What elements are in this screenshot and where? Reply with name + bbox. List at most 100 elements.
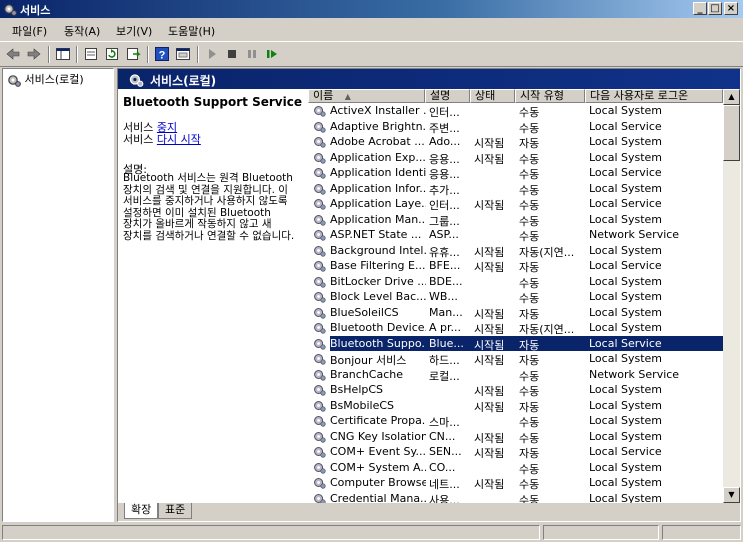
properties-icon[interactable] [83, 46, 99, 62]
forward-icon[interactable] [26, 46, 42, 62]
service-row[interactable]: Bluetooth Suppo... Blue... 시작됨 자동 Local Serv… [308, 335, 723, 352]
console-tree: 서비스(로컬) [2, 68, 114, 522]
panel-title: 서비스(로컬) [150, 74, 217, 88]
service-row[interactable]: Application Exp... 응용... 시작됨 수동 Local System [308, 150, 723, 166]
service-logon: Local System [589, 429, 663, 443]
service-name: ASP.NET State ... [330, 228, 422, 241]
service-row[interactable]: COM+ Event Sy... SEN... 시작됨 자동 Local Service [308, 444, 723, 460]
service-logon: Local Service [589, 259, 662, 272]
scroll-thumb[interactable] [723, 105, 740, 161]
toolbar-separator [147, 46, 149, 63]
service-row[interactable]: COM+ System A... CO... 수동 Local System [308, 460, 723, 476]
status-pane-3 [662, 525, 741, 540]
service-description-cell: WB... [429, 290, 458, 303]
vertical-scrollbar[interactable]: ▲ ▼ [723, 89, 740, 503]
console-tree-icon[interactable] [55, 46, 71, 62]
service-row[interactable]: Background Intel... 유휴... 시작됨 자동(지연... Local… [308, 243, 723, 259]
service-name: Block Level Bac... [330, 290, 426, 303]
service-row[interactable]: Adobe Acrobat ... Ado... 시작됨 자동 Local System [308, 134, 723, 150]
service-logon: Local System [589, 398, 663, 412]
column-name-label: 이름 [313, 89, 334, 102]
column-header-name[interactable]: 이름 ▲ [308, 89, 425, 103]
service-name: Application Infor... [330, 181, 426, 195]
service-gear-icon [314, 152, 326, 164]
refresh-icon[interactable] [104, 46, 120, 62]
restart-service-icon[interactable] [264, 46, 280, 62]
stop-service-icon[interactable] [224, 46, 240, 62]
view-tabs: 확장 표준 [118, 503, 740, 521]
restart-prefix: 서비스 [123, 133, 157, 146]
export-icon[interactable] [125, 46, 141, 62]
restart-service-link[interactable]: 다시 시작 [157, 133, 201, 146]
minimize-button[interactable]: _ [693, 2, 707, 15]
service-row[interactable]: Application Laye... 인터... 시작됨 수동 Local Servi… [308, 196, 723, 212]
service-logon: Local System [589, 460, 663, 474]
service-gear-icon [314, 369, 326, 381]
service-logon: Local System [589, 476, 663, 489]
scroll-up-button[interactable]: ▲ [723, 89, 740, 105]
menu-file[interactable]: 파일(F) [12, 23, 47, 39]
service-description-cell: Man... [429, 305, 463, 319]
maximize-button[interactable]: □ [708, 2, 722, 15]
service-name: Adaptive Brightn... [330, 119, 426, 133]
service-row[interactable]: Block Level Bac... WB... 수동 Local System [308, 289, 723, 305]
service-description-cell: Blue... [429, 336, 464, 350]
service-row[interactable]: BlueSoleilCS Man... 시작됨 자동 Local System [308, 305, 723, 321]
tab-extended[interactable]: 확장 [124, 503, 159, 519]
service-row[interactable]: BitLocker Drive ... BDE... 수동 Local System [308, 274, 723, 290]
service-logon: Local System [589, 212, 663, 226]
tree-node-services-local[interactable]: 서비스(로컬) [7, 71, 84, 87]
service-row[interactable]: BsMobileCS 시작됨 자동 Local System [308, 398, 723, 414]
service-name: BlueSoleilCS [330, 305, 399, 319]
service-logon: Local System [589, 135, 663, 148]
service-row[interactable]: Application Man... 그룹... 수동 Local System [308, 212, 723, 228]
service-gear-icon [314, 353, 326, 365]
panel-header: 서비스(로컬) [118, 69, 740, 89]
service-description: Bluetooth 서비스는 원격 Bluetooth 장치의 검색 및 연결을… [123, 172, 295, 242]
service-row[interactable]: ASP.NET State ... ASP... 수동 Network Service [308, 227, 723, 243]
column-header-logon[interactable]: 다음 사용자로 로그온 [585, 89, 723, 103]
status-pane-main [2, 525, 540, 540]
service-logon: Local System [589, 321, 663, 334]
service-row[interactable]: CNG Key Isolation CN... 시작됨 수동 Local System [308, 429, 723, 445]
column-header-description[interactable]: 설명 [425, 89, 470, 103]
detail-service-name: Bluetooth Support Service [123, 95, 302, 109]
service-name: BitLocker Drive ... [330, 274, 426, 288]
service-gear-icon [314, 446, 326, 458]
service-gear-icon [314, 276, 326, 288]
column-header-startup-type[interactable]: 시작 유형 [515, 89, 585, 103]
service-row[interactable]: Bluetooth Device... A pr... 시작됨 자동(지연... Loc… [308, 320, 723, 336]
back-icon[interactable] [5, 46, 21, 62]
service-row[interactable]: Certificate Propa... 스마... 수동 Local System [308, 413, 723, 429]
service-row[interactable]: Application Identity응용...수동Local Service [308, 165, 723, 181]
service-logon: Local System [589, 352, 663, 365]
toolbar: ? [0, 41, 743, 67]
start-service-icon[interactable] [204, 46, 220, 62]
service-logon: Network Service [589, 228, 680, 241]
scroll-down-button[interactable]: ▼ [723, 487, 740, 503]
menu-help[interactable]: 도움말(H) [168, 23, 215, 39]
service-gear-icon [314, 307, 326, 319]
service-logon: Local System [589, 181, 663, 195]
mmc-icon[interactable] [175, 46, 191, 62]
service-name: Application Laye... [330, 197, 426, 210]
pause-service-icon[interactable] [244, 46, 260, 62]
service-row[interactable]: Computer Browser 네트... 시작됨 수동 Local System [308, 475, 723, 491]
service-gear-icon [314, 400, 326, 412]
service-row[interactable]: Bonjour 서비스 하드... 시작됨 자동 Local System [308, 351, 723, 367]
service-row[interactable]: Adaptive Brightn... 주변... 수동 Local Service [308, 119, 723, 135]
column-header-status[interactable]: 상태 [470, 89, 515, 103]
close-button[interactable]: × [724, 2, 738, 15]
menu-view[interactable]: 보기(V) [116, 23, 152, 39]
menu-action[interactable]: 동작(A) [64, 23, 100, 39]
service-gear-icon [314, 291, 326, 303]
service-row[interactable]: BsHelpCS 시작됨 수동 Local System [308, 382, 723, 398]
service-row[interactable]: Application Infor... 추가... 수동 Local System [308, 181, 723, 197]
sort-ascending-icon: ▲ [344, 92, 351, 101]
service-row[interactable]: ActiveX Installer ... 인터... 수동 Local System [308, 103, 723, 119]
tab-standard[interactable]: 표준 [158, 503, 193, 519]
column-header-row: 이름 ▲ 설명 상태 시작 유형 다음 사용자로 로그온 [308, 89, 723, 103]
help-icon[interactable]: ? [154, 46, 170, 62]
service-row[interactable]: Base Filtering E... BFE... 시작됨 자동 Local Serv… [308, 258, 723, 274]
service-row[interactable]: BranchCache 로컬... 수동 Network Service [308, 367, 723, 383]
